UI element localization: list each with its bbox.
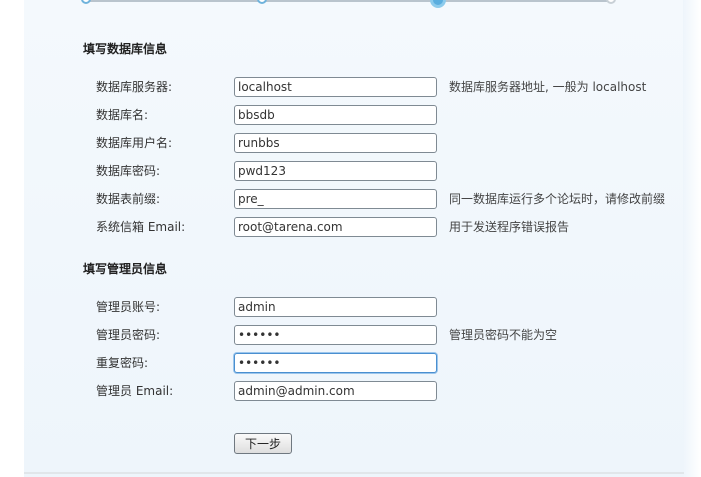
system-email-label: 系统信箱 Email: xyxy=(96,220,186,234)
db-name-label: 数据库名: xyxy=(96,108,149,122)
db-password-label: 数据库密码: xyxy=(96,164,161,178)
admin-password-input[interactable] xyxy=(234,325,437,345)
repeat-password-label: 重复密码: xyxy=(96,356,149,370)
admin-email-label: 管理员 Email: xyxy=(96,384,174,398)
admin-password-label: 管理员密码: xyxy=(96,328,161,342)
next-step-button[interactable]: 下一步 xyxy=(234,433,292,454)
install-page: 填写数据库信息 数据库服务器: 数据库服务器地址, 一般为 localhost … xyxy=(0,0,701,477)
db-password-input[interactable] xyxy=(234,161,437,181)
table-prefix-hint: 同一数据库运行多个论坛时，请修改前缀 xyxy=(449,192,666,206)
admin-account-input[interactable] xyxy=(234,297,437,317)
db-server-input[interactable] xyxy=(234,77,437,97)
system-email-hint: 用于发送程序错误报告 xyxy=(449,220,570,234)
left-margin xyxy=(0,0,24,477)
db-server-label: 数据库服务器: xyxy=(96,80,173,94)
step-2-dot xyxy=(257,0,267,4)
db-user-label: 数据库用户名: xyxy=(96,136,173,150)
admin-section-title: 填写管理员信息 xyxy=(83,262,168,276)
db-name-input[interactable] xyxy=(234,105,437,125)
install-progress xyxy=(0,0,701,8)
progress-segment xyxy=(438,0,611,2)
db-user-input[interactable] xyxy=(234,133,437,153)
system-email-input[interactable] xyxy=(234,217,437,237)
step-4-dot xyxy=(606,0,616,4)
db-server-hint: 数据库服务器地址, 一般为 localhost xyxy=(449,80,647,94)
admin-password-hint: 管理员密码不能为空 xyxy=(449,328,558,342)
progress-segment xyxy=(86,0,261,2)
repeat-password-input[interactable] xyxy=(234,353,437,373)
db-section-title: 填写数据库信息 xyxy=(83,42,168,56)
progress-segment xyxy=(262,0,437,2)
bottom-divider xyxy=(24,472,684,474)
table-prefix-label: 数据表前缀: xyxy=(96,192,161,206)
step-1-dot xyxy=(81,0,91,4)
right-margin xyxy=(683,0,701,477)
admin-account-label: 管理员账号: xyxy=(96,300,161,314)
admin-email-input[interactable] xyxy=(234,381,437,401)
table-prefix-input[interactable] xyxy=(234,189,437,209)
step-3-dot xyxy=(430,0,446,8)
